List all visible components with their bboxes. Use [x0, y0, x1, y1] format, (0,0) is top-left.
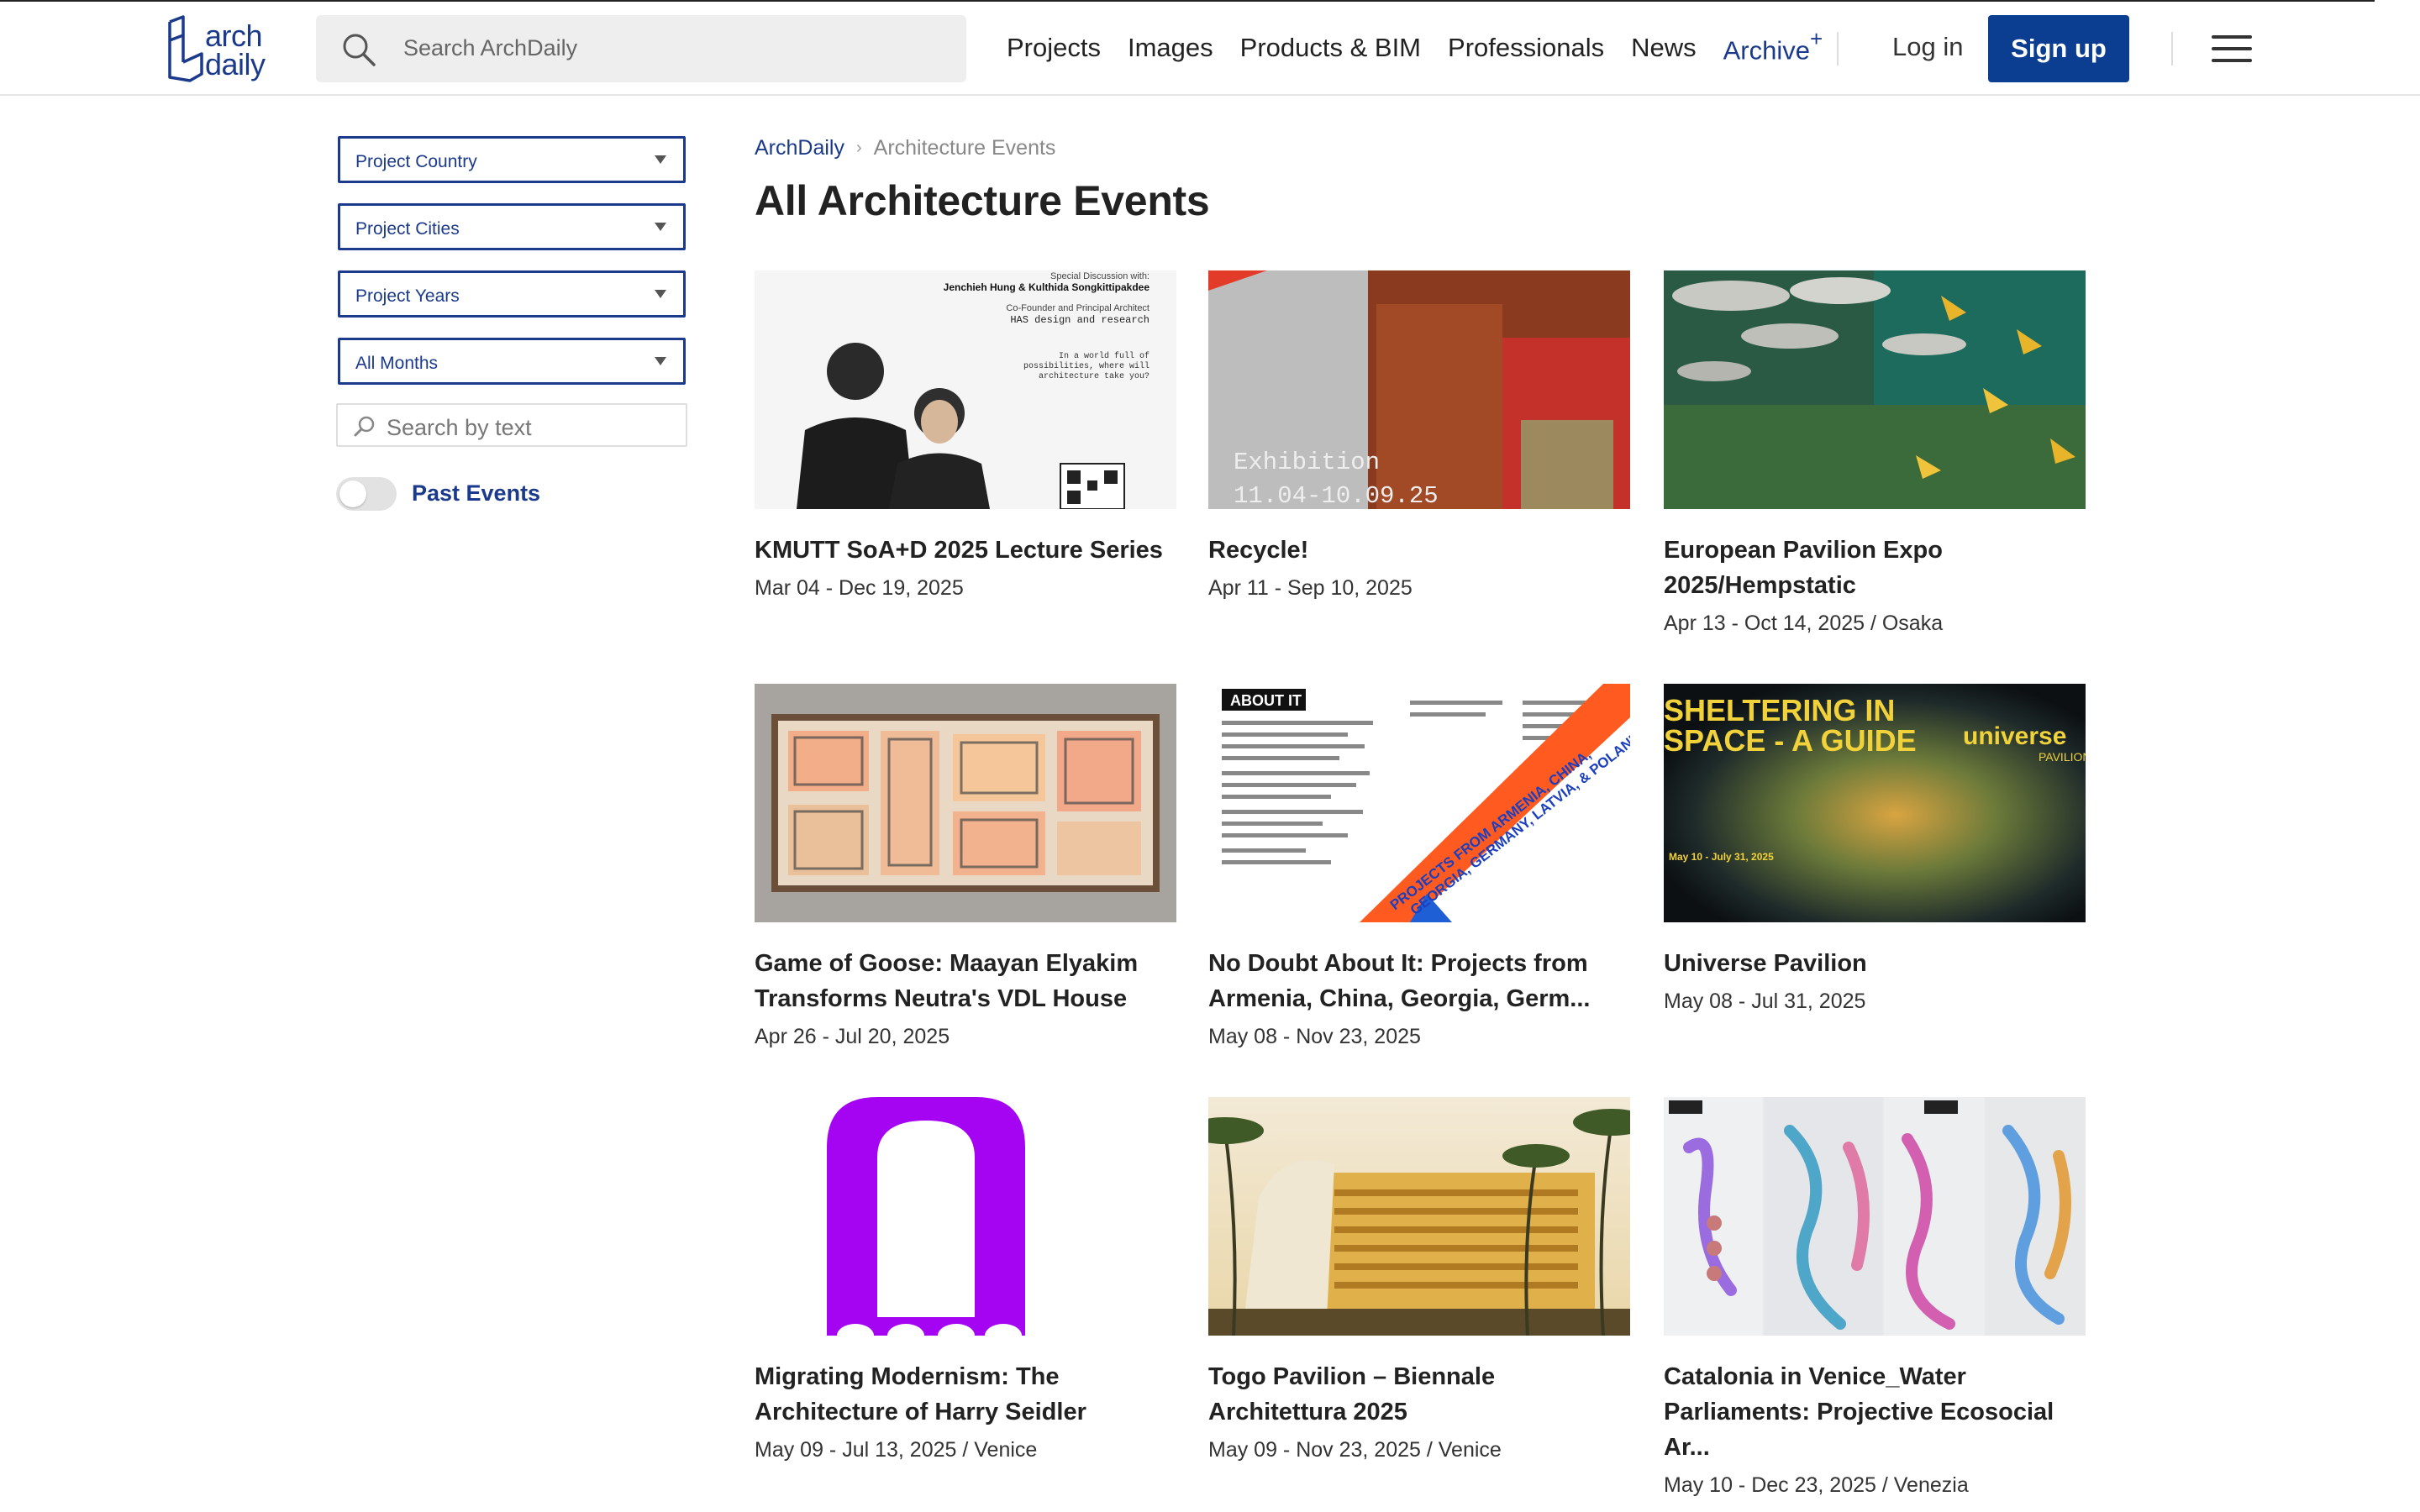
nav-divider — [1837, 32, 1839, 66]
event-image[interactable] — [1664, 270, 2086, 509]
search-icon — [343, 34, 376, 66]
event-date: Apr 13 - Oct 14, 2025 / Osaka — [1664, 612, 1944, 635]
event-card[interactable]: Exhibition 11.04-10.09.25 Recycle! Apr 1… — [1208, 270, 1630, 601]
poster-text: HAS design and research — [1010, 314, 1150, 326]
chevron-down-icon — [655, 290, 666, 298]
event-card[interactable]: Togo Pavilion – Biennale Architettura 20… — [1208, 1097, 1630, 1462]
breadcrumb-separator: › — [855, 139, 862, 157]
poster-text: SPACE - A GUIDE — [1664, 723, 1917, 758]
menu-icon[interactable] — [2212, 35, 2252, 62]
event-date: May 10 - Dec 23, 2025 / Venezia — [1664, 1473, 1969, 1497]
event-image[interactable]: Exhibition 11.04-10.09.25 — [1208, 270, 1630, 509]
breadcrumb-home[interactable]: ArchDaily — [755, 136, 844, 160]
nav-news[interactable]: News — [1631, 33, 1697, 63]
logo-mark-icon — [168, 15, 203, 82]
event-date: Apr 11 - Sep 10, 2025 — [1208, 576, 1413, 600]
filter-project-country[interactable]: Project Country — [338, 136, 686, 183]
event-image[interactable]: Special Discussion with: Jenchieh Hung &… — [755, 270, 1176, 509]
poster-text: In a world full of — [1059, 351, 1150, 361]
event-date: May 09 - Jul 13, 2025 / Venice — [755, 1438, 1038, 1462]
event-date: Apr 26 - Jul 20, 2025 — [755, 1025, 950, 1048]
event-title[interactable]: No Doubt About It: Projects from Armenia… — [1208, 946, 1630, 1016]
poster-text: ABOUT IT — [1230, 692, 1302, 709]
breadcrumb: ArchDaily › Architecture Events — [755, 136, 1055, 160]
event-title[interactable]: KMUTT SoA+D 2025 Lecture Series — [755, 533, 1176, 568]
site-search-input[interactable]: Search ArchDaily — [316, 15, 966, 82]
poster-text: possibilities, where will — [1023, 361, 1150, 371]
event-image[interactable]: SHELTERING IN SPACE - A GUIDE universe P… — [1664, 684, 2086, 922]
chevron-down-icon — [655, 357, 666, 365]
event-card[interactable]: Catalonia in Venice_Water Parliaments: P… — [1664, 1097, 2086, 1498]
page-title: All Architecture Events — [755, 177, 1210, 224]
event-card[interactable]: Migrating Modernism: The Architecture of… — [755, 1097, 1176, 1462]
event-image[interactable] — [1664, 1097, 2086, 1336]
search-placeholder: Search ArchDaily — [403, 35, 578, 60]
poster-text: SHELTERING IN — [1664, 693, 1895, 727]
poster-text: 11.04-10.09.25 — [1234, 482, 1439, 509]
nav-projects[interactable]: Projects — [1007, 33, 1101, 63]
login-link[interactable]: Log in — [1892, 32, 1963, 62]
event-title[interactable]: Catalonia in Venice_Water Parliaments: P… — [1664, 1359, 2086, 1465]
poster-text: Co-Founder and Principal Architect — [1006, 303, 1150, 313]
menu-divider — [2171, 32, 2173, 66]
poster-text: Exhibition — [1234, 449, 1380, 476]
filter-project-years[interactable]: Project Years — [338, 270, 686, 318]
event-date: May 08 - Jul 31, 2025 — [1664, 990, 1866, 1013]
main-nav: Projects Images Products & BIM Professio… — [1007, 0, 1823, 96]
breadcrumb-current: Architecture Events — [873, 136, 1056, 160]
signup-button[interactable]: Sign up — [1988, 15, 2129, 82]
archdaily-logo[interactable]: arch daily — [165, 15, 279, 82]
filter-months[interactable]: All Months — [338, 338, 686, 385]
poster-text: Special Discussion with: — [1050, 271, 1150, 281]
nav-images[interactable]: Images — [1128, 33, 1213, 63]
search-icon — [354, 416, 375, 437]
site-header: arch daily Search ArchDaily Projects Ima… — [0, 0, 2420, 96]
nav-professionals[interactable]: Professionals — [1448, 33, 1604, 63]
event-title[interactable]: European Pavilion Expo 2025/Hempstatic — [1664, 533, 2086, 603]
past-events-label[interactable]: Past Events — [412, 480, 540, 507]
event-title[interactable]: Migrating Modernism: The Architecture of… — [755, 1359, 1176, 1430]
event-title[interactable]: Game of Goose: Maayan Elyakim Transforms… — [755, 946, 1176, 1016]
chevron-down-icon — [655, 223, 666, 231]
poster-text: PAVILION — [2039, 750, 2086, 764]
nav-archive[interactable]: Archive+ — [1723, 26, 1823, 66]
event-image[interactable] — [755, 1097, 1176, 1336]
logo-wordmark: arch daily — [205, 18, 266, 81]
poster-text: Jenchieh Hung & Kulthida Songkittipakdee — [944, 281, 1150, 293]
event-title[interactable]: Universe Pavilion — [1664, 946, 2086, 981]
nav-products-bim[interactable]: Products & BIM — [1240, 33, 1421, 63]
poster-text: universe — [1963, 722, 2066, 750]
text-search-input[interactable]: Search by text — [336, 403, 687, 447]
event-image[interactable] — [755, 684, 1176, 922]
event-image[interactable] — [1208, 1097, 1630, 1336]
event-card[interactable]: European Pavilion Expo 2025/Hempstatic A… — [1664, 270, 2086, 636]
poster-text: architecture take you? — [1039, 371, 1150, 381]
past-events-toggle[interactable] — [336, 477, 397, 511]
archive-plus-icon: + — [1810, 26, 1823, 52]
event-card[interactable]: ABOUT IT PROJECTS FROM ARMENIA, CHINA, G… — [1208, 684, 1630, 1049]
chevron-down-icon — [655, 155, 666, 164]
event-title[interactable]: Recycle! — [1208, 533, 1630, 568]
event-date: May 09 - Nov 23, 2025 / Venice — [1208, 1438, 1502, 1462]
event-image[interactable]: ABOUT IT PROJECTS FROM ARMENIA, CHINA, G… — [1208, 684, 1630, 922]
event-card[interactable]: Game of Goose: Maayan Elyakim Transforms… — [755, 684, 1176, 1049]
event-title[interactable]: Togo Pavilion – Biennale Architettura 20… — [1208, 1359, 1630, 1430]
poster-text: May 10 - July 31, 2025 — [1669, 851, 1774, 863]
event-card[interactable]: SHELTERING IN SPACE - A GUIDE universe P… — [1664, 684, 2086, 1014]
event-date: Mar 04 - Dec 19, 2025 — [755, 576, 964, 600]
filter-project-cities[interactable]: Project Cities — [338, 203, 686, 250]
event-card[interactable]: Special Discussion with: Jenchieh Hung &… — [755, 270, 1176, 601]
toggle-knob — [339, 480, 366, 507]
event-date: May 08 - Nov 23, 2025 — [1208, 1025, 1421, 1048]
